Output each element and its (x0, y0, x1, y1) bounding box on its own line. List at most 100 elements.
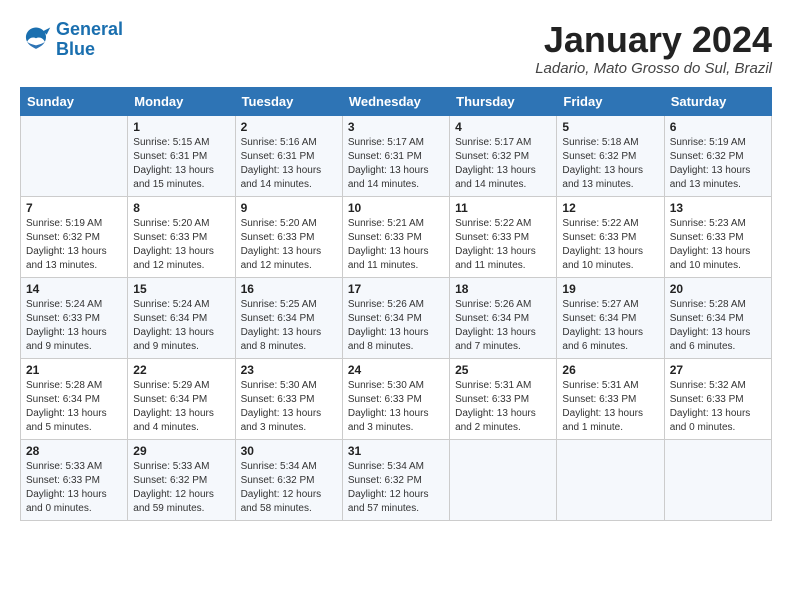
calendar-cell: 30 Sunrise: 5:34 AM Sunset: 6:32 PM Dayli… (235, 439, 342, 520)
calendar-cell: 4 Sunrise: 5:17 AM Sunset: 6:32 PM Daylig… (450, 115, 557, 196)
calendar-cell (557, 439, 664, 520)
weekday-header: Monday (128, 87, 235, 115)
day-info: Sunrise: 5:33 AM Sunset: 6:33 PM Dayligh… (26, 460, 122, 516)
day-number: 12 (562, 201, 658, 215)
calendar-cell: 15 Sunrise: 5:24 AM Sunset: 6:34 PM Dayli… (128, 277, 235, 358)
day-info: Sunrise: 5:33 AM Sunset: 6:32 PM Dayligh… (133, 460, 229, 516)
calendar-cell: 3 Sunrise: 5:17 AM Sunset: 6:31 PM Daylig… (342, 115, 449, 196)
calendar-cell (21, 115, 128, 196)
logo: General Blue (20, 20, 123, 60)
day-info: Sunrise: 5:32 AM Sunset: 6:33 PM Dayligh… (670, 379, 766, 435)
day-number: 4 (455, 120, 551, 134)
calendar-week-row: 21Sunrise: 5:28 AM Sunset: 6:34 PM Dayli… (21, 358, 772, 439)
day-number: 28 (26, 444, 122, 458)
calendar-table: SundayMondayTuesdayWednesdayThursdayFrid… (20, 87, 772, 521)
calendar-cell: 2 Sunrise: 5:16 AM Sunset: 6:31 PM Daylig… (235, 115, 342, 196)
weekday-header: Wednesday (342, 87, 449, 115)
day-info: Sunrise: 5:20 AM Sunset: 6:33 PM Dayligh… (133, 217, 229, 273)
title-block: January 2024 Ladario, Mato Grosso do Sul… (535, 20, 772, 77)
calendar-cell: 13 Sunrise: 5:23 AM Sunset: 6:33 PM Dayli… (664, 196, 771, 277)
calendar-cell (450, 439, 557, 520)
calendar-header: SundayMondayTuesdayWednesdayThursdayFrid… (21, 87, 772, 115)
calendar-cell: 31Sunrise: 5:34 AM Sunset: 6:32 PM Dayli… (342, 439, 449, 520)
day-info: Sunrise: 5:17 AM Sunset: 6:32 PM Dayligh… (455, 136, 551, 192)
day-info: Sunrise: 5:20 AM Sunset: 6:33 PM Dayligh… (241, 217, 337, 273)
weekday-header: Thursday (450, 87, 557, 115)
day-number: 8 (133, 201, 229, 215)
day-number: 22 (133, 363, 229, 377)
calendar-cell: 26Sunrise: 5:31 AM Sunset: 6:33 PM Dayli… (557, 358, 664, 439)
calendar-cell: 22 Sunrise: 5:29 AM Sunset: 6:34 PM Dayli… (128, 358, 235, 439)
day-number: 10 (348, 201, 444, 215)
day-number: 17 (348, 282, 444, 296)
weekday-header: Friday (557, 87, 664, 115)
day-number: 15 (133, 282, 229, 296)
calendar-cell: 5 Sunrise: 5:18 AM Sunset: 6:32 PM Daylig… (557, 115, 664, 196)
calendar-cell: 27 Sunrise: 5:32 AM Sunset: 6:33 PM Dayli… (664, 358, 771, 439)
day-info: Sunrise: 5:31 AM Sunset: 6:33 PM Dayligh… (455, 379, 551, 435)
day-number: 20 (670, 282, 766, 296)
day-number: 3 (348, 120, 444, 134)
calendar-cell: 7Sunrise: 5:19 AM Sunset: 6:32 PM Daylig… (21, 196, 128, 277)
day-info: Sunrise: 5:22 AM Sunset: 6:33 PM Dayligh… (562, 217, 658, 273)
calendar-cell: 14 Sunrise: 5:24 AM Sunset: 6:33 PM Dayli… (21, 277, 128, 358)
day-info: Sunrise: 5:16 AM Sunset: 6:31 PM Dayligh… (241, 136, 337, 192)
calendar-week-row: 28 Sunrise: 5:33 AM Sunset: 6:33 PM Dayli… (21, 439, 772, 520)
day-info: Sunrise: 5:15 AM Sunset: 6:31 PM Dayligh… (133, 136, 229, 192)
day-number: 9 (241, 201, 337, 215)
logo-text: General Blue (56, 20, 123, 60)
calendar-week-row: 1 Sunrise: 5:15 AM Sunset: 6:31 PM Daylig… (21, 115, 772, 196)
day-number: 1 (133, 120, 229, 134)
day-info: Sunrise: 5:19 AM Sunset: 6:32 PM Dayligh… (670, 136, 766, 192)
calendar-cell: 1 Sunrise: 5:15 AM Sunset: 6:31 PM Daylig… (128, 115, 235, 196)
day-info: Sunrise: 5:28 AM Sunset: 6:34 PM Dayligh… (670, 298, 766, 354)
day-info: Sunrise: 5:21 AM Sunset: 6:33 PM Dayligh… (348, 217, 444, 273)
day-number: 13 (670, 201, 766, 215)
calendar-cell: 10 Sunrise: 5:21 AM Sunset: 6:33 PM Dayli… (342, 196, 449, 277)
day-info: Sunrise: 5:34 AM Sunset: 6:32 PM Dayligh… (348, 460, 444, 516)
weekday-header: Saturday (664, 87, 771, 115)
day-number: 23 (241, 363, 337, 377)
day-number: 24 (348, 363, 444, 377)
day-info: Sunrise: 5:22 AM Sunset: 6:33 PM Dayligh… (455, 217, 551, 273)
calendar-cell: 11Sunrise: 5:22 AM Sunset: 6:33 PM Dayli… (450, 196, 557, 277)
day-number: 27 (670, 363, 766, 377)
day-number: 6 (670, 120, 766, 134)
day-number: 5 (562, 120, 658, 134)
day-info: Sunrise: 5:27 AM Sunset: 6:34 PM Dayligh… (562, 298, 658, 354)
calendar-cell: 17 Sunrise: 5:26 AM Sunset: 6:34 PM Dayli… (342, 277, 449, 358)
day-number: 30 (241, 444, 337, 458)
day-info: Sunrise: 5:28 AM Sunset: 6:34 PM Dayligh… (26, 379, 122, 435)
day-number: 18 (455, 282, 551, 296)
day-number: 7 (26, 201, 122, 215)
day-info: Sunrise: 5:18 AM Sunset: 6:32 PM Dayligh… (562, 136, 658, 192)
calendar-cell: 16Sunrise: 5:25 AM Sunset: 6:34 PM Dayli… (235, 277, 342, 358)
calendar-cell: 18Sunrise: 5:26 AM Sunset: 6:34 PM Dayli… (450, 277, 557, 358)
calendar-week-row: 14 Sunrise: 5:24 AM Sunset: 6:33 PM Dayli… (21, 277, 772, 358)
calendar-cell: 24Sunrise: 5:30 AM Sunset: 6:33 PM Dayli… (342, 358, 449, 439)
day-info: Sunrise: 5:17 AM Sunset: 6:31 PM Dayligh… (348, 136, 444, 192)
location: Ladario, Mato Grosso do Sul, Brazil (535, 60, 772, 77)
day-info: Sunrise: 5:24 AM Sunset: 6:34 PM Dayligh… (133, 298, 229, 354)
day-number: 25 (455, 363, 551, 377)
day-number: 14 (26, 282, 122, 296)
logo-icon (20, 24, 52, 56)
day-info: Sunrise: 5:26 AM Sunset: 6:34 PM Dayligh… (348, 298, 444, 354)
day-number: 2 (241, 120, 337, 134)
calendar-cell: 20 Sunrise: 5:28 AM Sunset: 6:34 PM Dayli… (664, 277, 771, 358)
day-info: Sunrise: 5:31 AM Sunset: 6:33 PM Dayligh… (562, 379, 658, 435)
calendar-cell: 23 Sunrise: 5:30 AM Sunset: 6:33 PM Dayli… (235, 358, 342, 439)
calendar-cell: 25 Sunrise: 5:31 AM Sunset: 6:33 PM Dayli… (450, 358, 557, 439)
day-info: Sunrise: 5:30 AM Sunset: 6:33 PM Dayligh… (241, 379, 337, 435)
weekday-header: Sunday (21, 87, 128, 115)
day-info: Sunrise: 5:34 AM Sunset: 6:32 PM Dayligh… (241, 460, 337, 516)
day-info: Sunrise: 5:23 AM Sunset: 6:33 PM Dayligh… (670, 217, 766, 273)
day-info: Sunrise: 5:24 AM Sunset: 6:33 PM Dayligh… (26, 298, 122, 354)
calendar-cell: 21Sunrise: 5:28 AM Sunset: 6:34 PM Dayli… (21, 358, 128, 439)
calendar-cell: 6 Sunrise: 5:19 AM Sunset: 6:32 PM Daylig… (664, 115, 771, 196)
calendar-week-row: 7Sunrise: 5:19 AM Sunset: 6:32 PM Daylig… (21, 196, 772, 277)
day-info: Sunrise: 5:25 AM Sunset: 6:34 PM Dayligh… (241, 298, 337, 354)
calendar-cell: 19Sunrise: 5:27 AM Sunset: 6:34 PM Dayli… (557, 277, 664, 358)
calendar-cell (664, 439, 771, 520)
day-info: Sunrise: 5:29 AM Sunset: 6:34 PM Dayligh… (133, 379, 229, 435)
